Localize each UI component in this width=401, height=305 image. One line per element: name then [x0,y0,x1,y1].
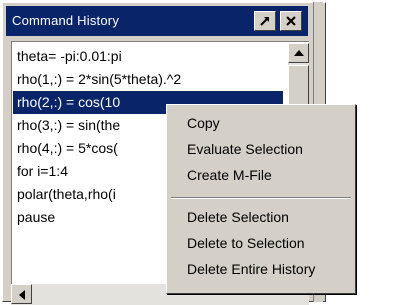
menu-item-delete-entire-history[interactable]: Delete Entire History [187,261,315,277]
undock-button[interactable] [254,11,276,31]
history-row[interactable]: theta= -pi:0.01:pi [13,45,283,68]
menu-item-delete-to-selection[interactable]: Delete to Selection [187,235,305,251]
close-icon [286,16,296,26]
title-bar[interactable]: Command History [6,6,308,36]
triangle-up-icon [294,50,304,56]
context-menu: Copy Evaluate Selection Create M-File De… [166,104,356,294]
menu-separator [171,197,351,199]
scroll-left-button[interactable] [11,284,32,304]
menu-item-delete-selection[interactable]: Delete Selection [187,209,289,225]
history-row[interactable]: rho(1,:) = 2*sin(5*theta).^2 [13,68,283,91]
undock-arrow-icon [260,17,269,26]
menu-item-evaluate-selection[interactable]: Evaluate Selection [187,141,303,157]
scroll-thumb[interactable] [288,65,309,105]
scroll-up-button[interactable] [288,43,309,63]
window-title: Command History [12,13,120,28]
close-button[interactable] [280,11,302,31]
menu-item-create-m-file[interactable]: Create M-File [187,167,272,183]
triangle-left-icon [19,290,25,300]
menu-item-copy[interactable]: Copy [187,115,220,131]
